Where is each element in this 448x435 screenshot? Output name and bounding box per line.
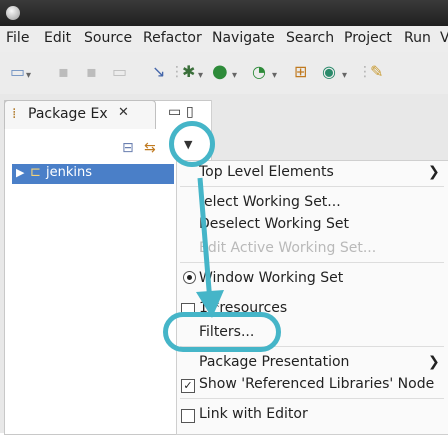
print-icon: ▭ [112, 62, 128, 81]
checkbox-icon [181, 409, 195, 423]
menu-item-show-referenced-libraries[interactable]: Show 'Referenced Libraries' Node [199, 376, 434, 392]
new-class-dropdown-icon[interactable]: ▾ [342, 66, 347, 86]
debug-icon[interactable]: ✱ [182, 62, 195, 82]
submenu-arrow-icon: ❯ [428, 164, 440, 180]
link-with-editor-icon[interactable]: ⇆ [144, 140, 156, 156]
save-all-icon: ▪ [86, 62, 97, 81]
save-icon: ▪ [58, 62, 69, 81]
highlight-oval-filters [163, 312, 281, 352]
search-dropdown-icon[interactable]: ▾ [272, 66, 277, 86]
new-icon[interactable]: ▭ [10, 62, 25, 82]
menu-edit[interactable]: Edit [44, 30, 71, 46]
menu-separator [180, 398, 444, 399]
run-icon[interactable]: ● [212, 62, 228, 82]
menu-run[interactable]: Run [404, 30, 431, 46]
highlight-circle-view-menu [169, 121, 215, 167]
search-icon[interactable]: ◔ [252, 62, 266, 82]
menu-navigate[interactable]: Navigate [212, 30, 275, 46]
open-type-icon[interactable]: ✎ [370, 62, 383, 82]
title-bar [0, 0, 448, 26]
menu-bar: File Edit Source Refactor Navigate Searc… [0, 26, 448, 52]
minimize-icon[interactable]: ▭ [168, 104, 181, 120]
menu-project[interactable]: Project [344, 30, 392, 46]
project-icon: ⊏ [30, 165, 41, 180]
menu-file[interactable]: File [6, 30, 29, 46]
menu-window[interactable]: V [440, 30, 448, 46]
annotation-arrow [196, 177, 224, 318]
new-dropdown-icon[interactable]: ▾ [26, 66, 31, 86]
tree-row[interactable]: ▶ ⊏ jenkins [12, 164, 174, 184]
menu-refactor[interactable]: Refactor [143, 30, 202, 46]
debug-dropdown-icon[interactable]: ▾ [198, 66, 203, 86]
checkbox-checked-icon: ✓ [181, 379, 195, 393]
new-class-icon[interactable]: ◉ [322, 62, 336, 82]
submenu-arrow-icon: ❯ [428, 354, 440, 370]
expand-icon[interactable]: ▶ [16, 166, 24, 179]
maximize-icon[interactable]: ▯ [186, 104, 194, 120]
run-dropdown-icon[interactable]: ▾ [232, 66, 237, 86]
tab-package-explorer-label: Package Ex [28, 106, 108, 122]
collapse-all-icon[interactable]: ⊟ [122, 140, 134, 156]
tree-item-label: jenkins [46, 165, 93, 180]
menu-item-link-with-editor[interactable]: Link with Editor [199, 406, 308, 422]
menu-search[interactable]: Search [286, 30, 334, 46]
link-icon[interactable]: ↘ [152, 62, 165, 82]
menu-item-package-presentation[interactable]: Package Presentation [199, 354, 349, 370]
window-menu-icon[interactable] [6, 6, 20, 20]
main-toolbar: ▭ ▾ ▪ ▪ ▭ ↘ ⋮ ✱ ▾ ● ▾ ◔ ▾ ⊞ ◉ ▾ ⋮ ✎ [0, 52, 448, 95]
menu-source[interactable]: Source [84, 30, 132, 46]
close-icon[interactable]: ✕ [118, 105, 129, 120]
new-package-icon[interactable]: ⊞ [294, 62, 307, 82]
package-icon: ⁞ [12, 106, 17, 122]
